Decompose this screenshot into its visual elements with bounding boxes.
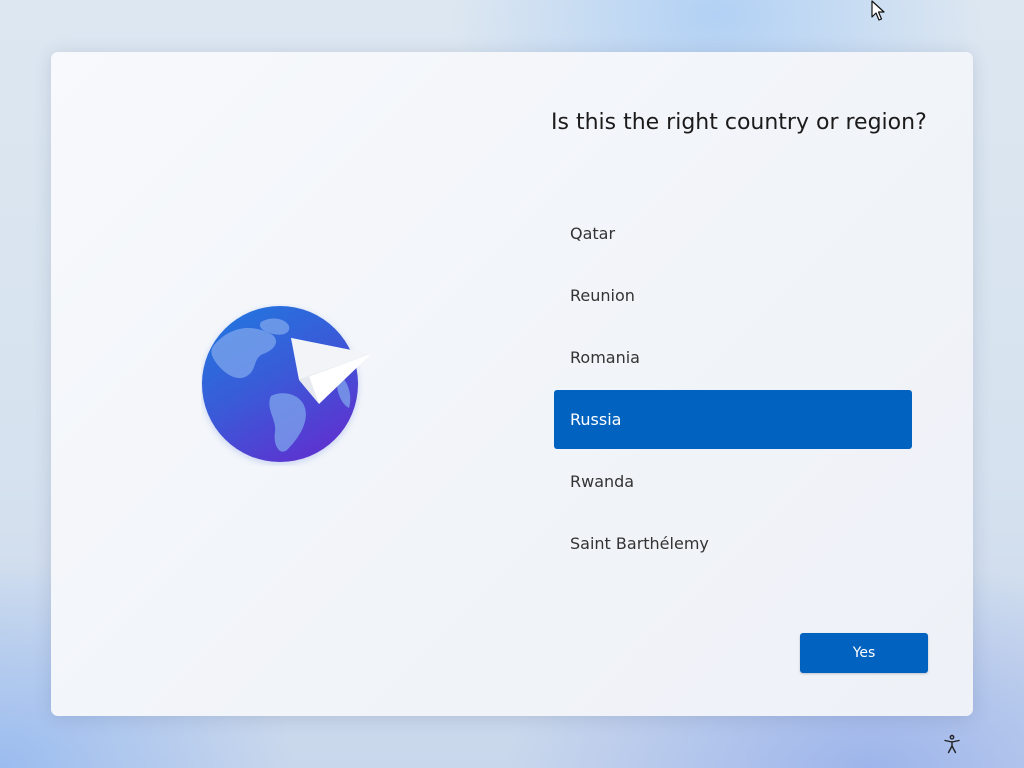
yes-button[interactable]: Yes (800, 633, 928, 673)
country-item-saint-barthelemy[interactable]: Saint Barthélemy (554, 514, 912, 573)
page-title: Is this the right country or region? (551, 110, 927, 135)
country-item-reunion[interactable]: Reunion (554, 266, 912, 325)
country-list[interactable]: Qatar Reunion Romania Russia Rwanda Sain… (554, 204, 912, 576)
country-item-russia[interactable]: Russia (554, 390, 912, 449)
country-item-qatar[interactable]: Qatar (554, 204, 912, 263)
accessibility-icon[interactable] (942, 734, 962, 754)
globe-with-paper-plane-icon (201, 306, 371, 465)
globe-illustration (201, 304, 376, 466)
mouse-pointer-icon (871, 0, 885, 26)
country-item-rwanda[interactable]: Rwanda (554, 452, 912, 511)
setup-card: Is this the right country or region? Qat… (51, 52, 973, 716)
country-item-romania[interactable]: Romania (554, 328, 912, 387)
